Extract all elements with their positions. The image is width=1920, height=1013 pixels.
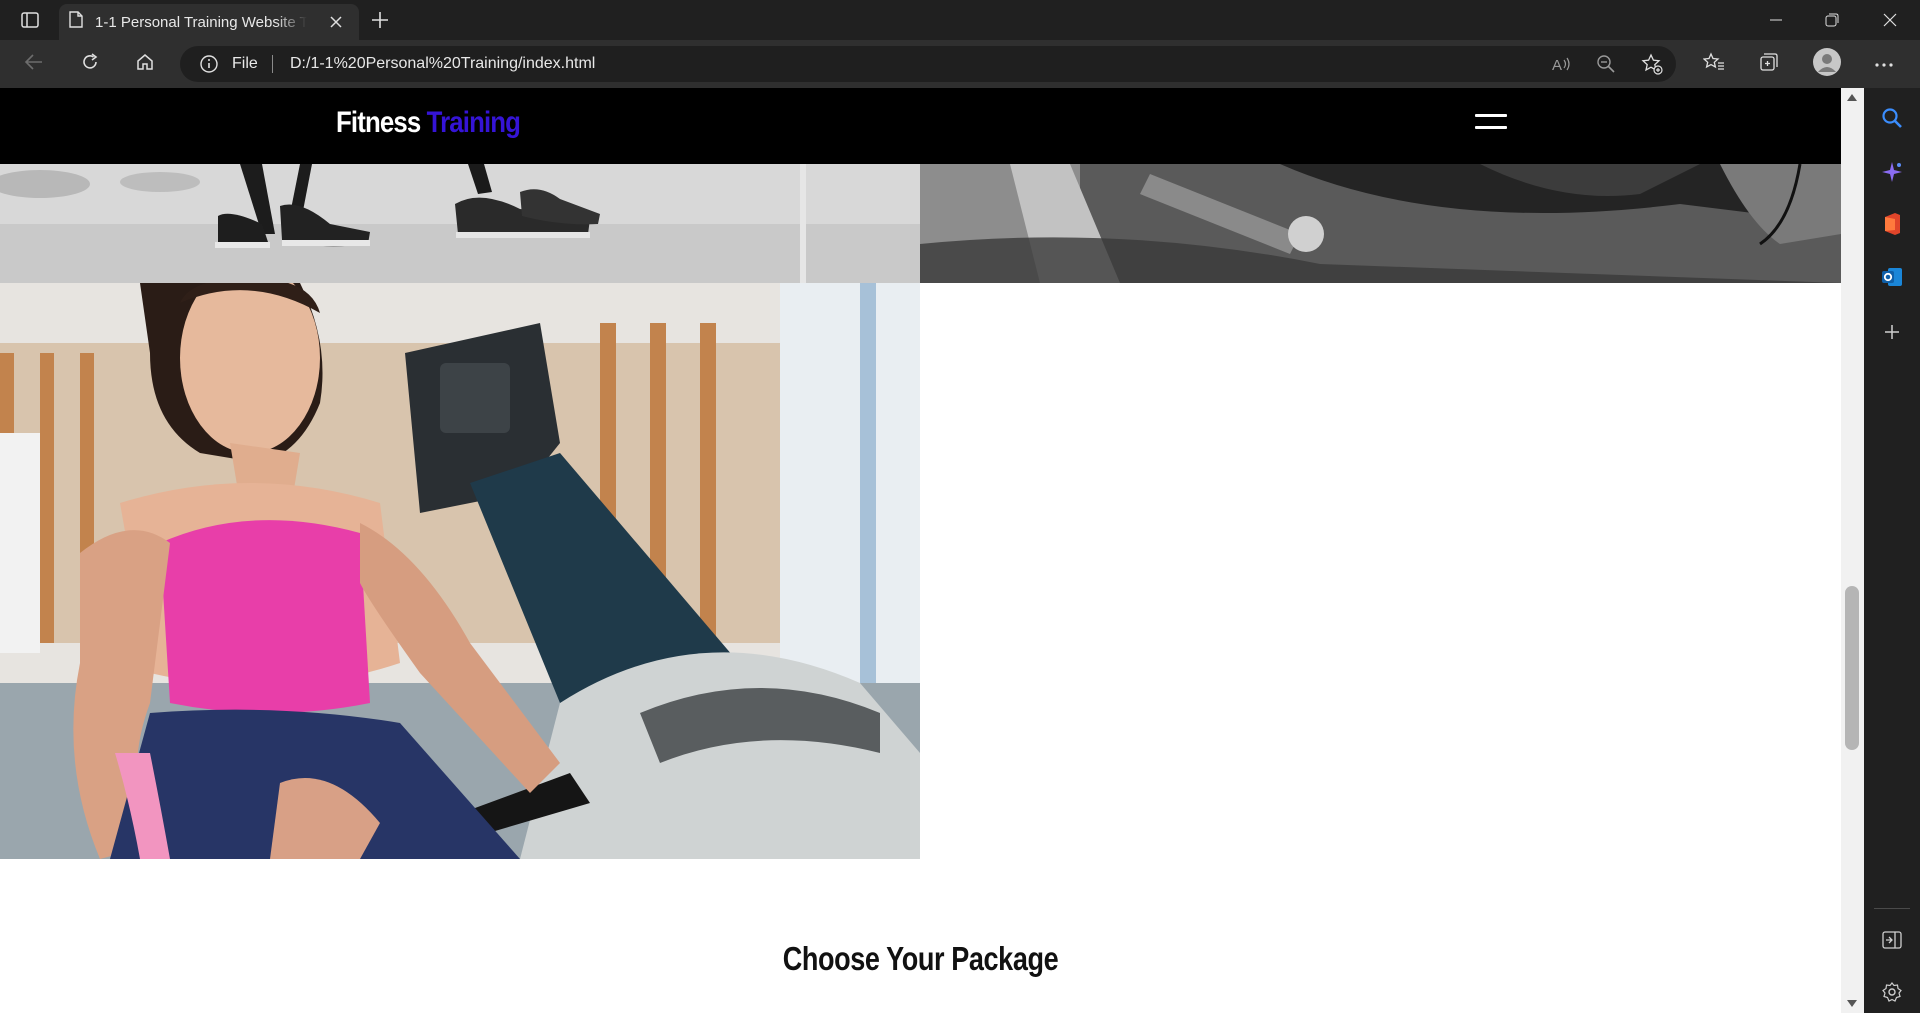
tab-actions-icon[interactable]: [14, 8, 46, 32]
favorites-button[interactable]: [1696, 48, 1732, 80]
profile-button[interactable]: [1809, 47, 1845, 82]
more-button[interactable]: [1866, 48, 1902, 80]
logo-text-training: Training: [426, 106, 521, 139]
info-icon[interactable]: [200, 55, 218, 73]
tab-title: 1-1 Personal Training Website Template: [95, 13, 307, 31]
gallery-photo-machine: [920, 164, 1841, 283]
browser-sidebar: [1864, 88, 1920, 1013]
sidebar-search-icon[interactable]: [1878, 104, 1906, 132]
url-text: D:/1-1%20Personal%20Training/index.html: [290, 55, 596, 72]
url-separator: [272, 55, 273, 73]
settings-gear-icon[interactable]: [1878, 978, 1906, 1006]
restore-button[interactable]: [1804, 0, 1860, 40]
section-title: Choose Your Package: [782, 940, 1059, 977]
gallery-photo-sneakers: [0, 164, 920, 283]
more-icon: [1874, 55, 1894, 73]
zoom-out-icon[interactable]: [1594, 52, 1618, 76]
star-add-icon[interactable]: [1640, 52, 1664, 76]
home-icon: [135, 52, 155, 77]
svg-text:A: A: [1552, 57, 1562, 74]
home-button[interactable]: [127, 48, 163, 80]
scroll-up-arrow[interactable]: [1847, 94, 1857, 101]
refresh-icon: [80, 52, 100, 77]
back-button[interactable]: [16, 48, 52, 80]
hamburger-icon[interactable]: [1475, 114, 1507, 134]
read-aloud-icon[interactable]: A: [1550, 52, 1574, 76]
gallery-photo-rowing: [0, 283, 920, 859]
scrollbar-thumb[interactable]: [1845, 586, 1859, 750]
minimize-button[interactable]: [1748, 0, 1804, 40]
add-sidebar-app-icon[interactable]: [1878, 318, 1906, 346]
favorites-icon: [1702, 51, 1725, 77]
scheme-label: File: [232, 55, 258, 72]
outlook-icon[interactable]: [1878, 263, 1906, 291]
sidebar-divider: [1874, 908, 1910, 909]
collections-icon: [1758, 51, 1780, 78]
scroll-down-arrow[interactable]: [1847, 1000, 1857, 1007]
collections-button[interactable]: [1751, 48, 1787, 80]
new-tab-button[interactable]: [366, 8, 394, 32]
browser-tab[interactable]: 1-1 Personal Training Website Template: [59, 4, 359, 40]
site-logo[interactable]: Fitness Training: [336, 106, 521, 140]
page-icon: [69, 11, 83, 33]
page-viewport: Fitness Training Choose Your Package: [0, 88, 1841, 1013]
page-scrollbar[interactable]: [1841, 88, 1864, 1013]
url-field[interactable]: File D:/1-1%20Personal%20Training/index.…: [180, 46, 1676, 82]
refresh-button[interactable]: [72, 48, 108, 80]
close-icon[interactable]: [327, 13, 345, 31]
back-arrow-icon: [24, 53, 44, 76]
office-icon[interactable]: [1878, 210, 1906, 238]
window-close-button[interactable]: [1862, 0, 1918, 40]
address-bar: File D:/1-1%20Personal%20Training/index.…: [0, 40, 1920, 88]
copilot-icon[interactable]: [1878, 158, 1906, 186]
tab-bar: 1-1 Personal Training Website Template: [0, 0, 1920, 40]
site-header: Fitness Training: [0, 88, 1841, 164]
logo-text-fitness: Fitness: [336, 106, 421, 139]
profile-icon: [1812, 47, 1842, 82]
hide-sidebar-icon[interactable]: [1878, 926, 1906, 954]
